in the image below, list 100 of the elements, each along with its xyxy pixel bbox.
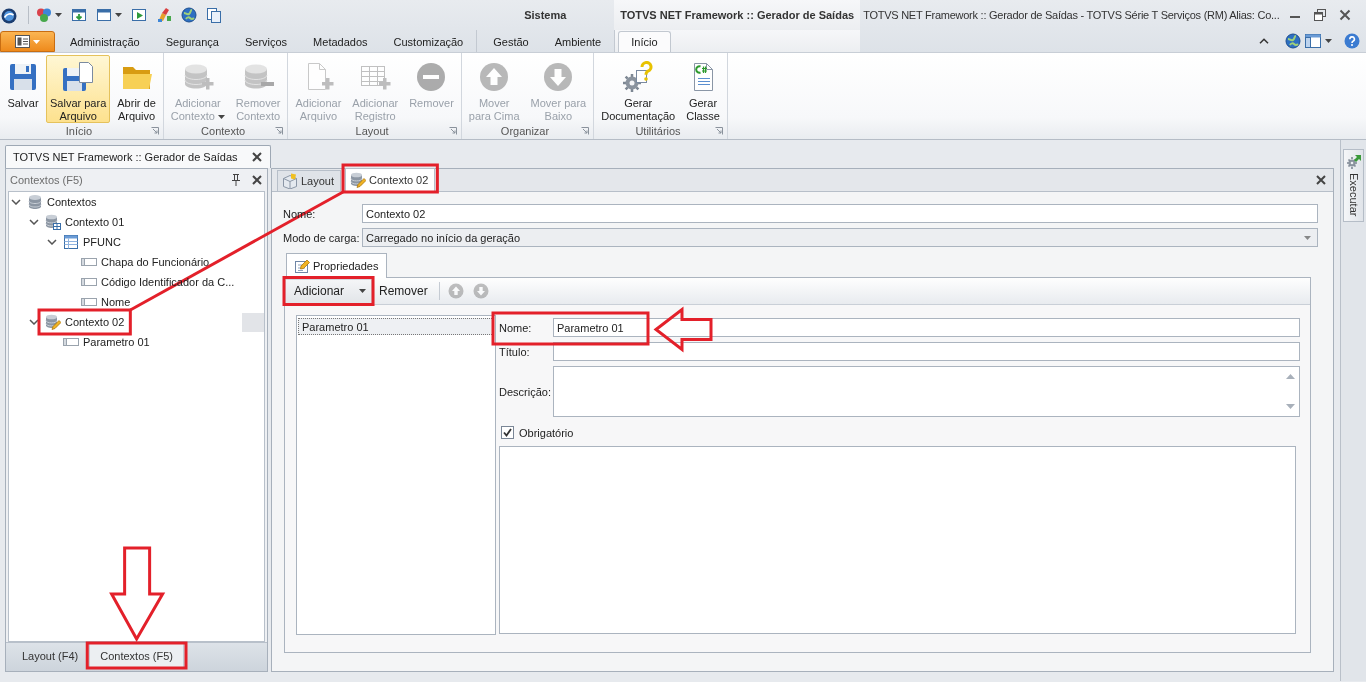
tree-item[interactable]: Contexto 02 bbox=[63, 315, 127, 329]
pin-icon[interactable] bbox=[231, 174, 241, 186]
help-icon[interactable] bbox=[1344, 33, 1360, 49]
panel-icon bbox=[15, 35, 30, 48]
close-icon[interactable] bbox=[252, 175, 262, 185]
field-icon bbox=[81, 278, 97, 286]
tree-item[interactable]: Parametro 01 bbox=[81, 335, 152, 349]
database-pencil-icon bbox=[350, 172, 367, 188]
window-title: TOTVS NET Framework :: Gerador de Saídas - TOTVS Série T Serviços (RM) Alias: Co... bbox=[862, 9, 1280, 21]
text-field[interactable] bbox=[553, 342, 1300, 361]
tree-item[interactable]: PFUNC bbox=[81, 235, 123, 249]
app-logo-icon[interactable] bbox=[1, 7, 17, 24]
ribbon-tab[interactable]: Metadados bbox=[300, 31, 381, 52]
caret-icon bbox=[1304, 235, 1311, 240]
list-item[interactable]: Parametro 01 bbox=[298, 318, 494, 335]
document-tab-title[interactable]: TOTVS NET Framework :: Gerador de Saídas bbox=[13, 151, 238, 163]
properties-tab[interactable]: Propriedades bbox=[286, 253, 388, 278]
ribbon-tab[interactable]: Ambiente bbox=[541, 31, 615, 52]
window-icon[interactable] bbox=[96, 7, 112, 23]
dialog-launcher-icon[interactable] bbox=[150, 127, 159, 135]
window-download-icon[interactable] bbox=[71, 7, 87, 23]
dialog-launcher-icon[interactable] bbox=[581, 127, 590, 135]
annotation-arrow bbox=[653, 306, 713, 353]
chevron-up-icon[interactable] bbox=[1259, 38, 1269, 44]
ribbon-tab[interactable]: Segurança bbox=[152, 31, 232, 52]
table-icon bbox=[63, 234, 79, 250]
caret-icon[interactable] bbox=[115, 13, 122, 17]
chevron-down-icon[interactable] bbox=[11, 199, 21, 205]
up-arrow-circle-icon bbox=[478, 61, 511, 93]
tree-item[interactable]: Chapa do Funcionário bbox=[99, 255, 212, 269]
chevron-down-icon[interactable] bbox=[29, 319, 39, 325]
color-balls-icon[interactable] bbox=[36, 7, 52, 23]
floppy-page-icon bbox=[62, 61, 95, 93]
box-icon bbox=[282, 173, 298, 189]
dialog-launcher-icon[interactable] bbox=[275, 127, 284, 135]
dropdown-field[interactable]: Carregado no início da geração bbox=[362, 228, 1318, 247]
checkbox[interactable] bbox=[501, 426, 514, 439]
ribbon-group-label: Início bbox=[64, 125, 94, 137]
caret-icon[interactable] bbox=[55, 13, 62, 17]
ribbon-tab[interactable]: Gestão bbox=[480, 31, 542, 52]
ribbon-group-label: Layout bbox=[354, 125, 390, 137]
caret-icon bbox=[33, 39, 40, 44]
caret-icon bbox=[359, 289, 367, 293]
field-label: Título: bbox=[499, 345, 531, 358]
close-icon[interactable] bbox=[1339, 9, 1352, 21]
database-icon bbox=[27, 194, 43, 210]
ribbon-button[interactable]: Gerar Documentação bbox=[597, 55, 680, 123]
field-icon bbox=[63, 338, 79, 346]
ribbon-button[interactable]: Salvar bbox=[3, 55, 43, 123]
restore-icon[interactable] bbox=[1314, 9, 1327, 21]
globe-icon[interactable] bbox=[181, 7, 197, 23]
ribbon-button[interactable]: Salvar para Arquivo bbox=[46, 55, 111, 123]
app-menu-button[interactable] bbox=[0, 31, 55, 52]
down-arrow-circle-icon bbox=[542, 61, 575, 93]
chevron-down-icon[interactable] bbox=[47, 239, 57, 245]
layout-icon[interactable] bbox=[1305, 34, 1321, 48]
database-table-icon bbox=[45, 214, 61, 230]
checkbox-label[interactable]: Obrigatório bbox=[519, 426, 574, 439]
panel-title: Contextos (F5) bbox=[10, 174, 84, 186]
ribbon-group-label: Organizar bbox=[499, 125, 551, 137]
document-tab[interactable]: TOTVS NET Framework :: Gerador de Saídas bbox=[5, 145, 271, 168]
dialog-launcher-icon[interactable] bbox=[714, 127, 723, 135]
dropdown-button[interactable]: Adicionar bbox=[285, 278, 373, 304]
close-icon[interactable] bbox=[251, 152, 262, 162]
caret-icon[interactable] bbox=[1325, 39, 1332, 43]
panel-tab[interactable]: Layout (F4) bbox=[11, 643, 90, 669]
close-icon[interactable] bbox=[1316, 175, 1326, 185]
minus-circle-icon bbox=[415, 61, 448, 93]
play-window-icon[interactable] bbox=[131, 7, 147, 23]
ribbon-tab[interactable]: Administração bbox=[57, 31, 153, 52]
text-field[interactable]: Contexto 02 bbox=[362, 204, 1318, 223]
brush-icon[interactable] bbox=[156, 7, 172, 23]
field-icon bbox=[81, 298, 97, 306]
copy-icon[interactable] bbox=[206, 7, 222, 23]
tab-group-label: Sistema bbox=[523, 8, 568, 23]
chevron-down-icon[interactable] bbox=[29, 219, 39, 225]
ribbon-group-label: Utilitários bbox=[634, 125, 682, 137]
tree-item[interactable]: Contextos bbox=[45, 195, 99, 209]
tab-group-label: TOTVS NET Framework :: Gerador de Saídas bbox=[614, 0, 861, 30]
editor-tab[interactable]: Contexto 02 bbox=[345, 168, 436, 191]
ribbon-tab[interactable]: Serviços bbox=[231, 31, 301, 52]
editor-tab[interactable]: Layout bbox=[277, 170, 342, 191]
database-pencil-icon bbox=[45, 314, 61, 330]
ribbon-group-label: Contexto bbox=[200, 125, 247, 137]
field-label: Nome: bbox=[499, 321, 533, 334]
ribbon-tab[interactable]: Customização bbox=[380, 31, 477, 52]
field-label: Modo de carga: bbox=[283, 231, 361, 244]
side-tab[interactable]: Executar bbox=[1343, 149, 1364, 223]
field-label: Descrição: bbox=[499, 385, 552, 398]
text-field[interactable]: Parametro 01 bbox=[553, 318, 1300, 337]
dialog-launcher-icon[interactable] bbox=[448, 127, 457, 135]
toolbar-button[interactable]: Remover bbox=[372, 278, 433, 304]
form-pencil-icon bbox=[294, 258, 310, 274]
ribbon-button[interactable]: Abrir de Arquivo bbox=[113, 55, 160, 123]
ribbon-button[interactable]: Gerar Classe bbox=[682, 55, 724, 123]
tree-item[interactable]: Nome bbox=[99, 295, 133, 309]
tree-item[interactable]: Contexto 01 bbox=[63, 215, 127, 229]
globe-icon[interactable] bbox=[1285, 33, 1301, 49]
gear-arrow-icon bbox=[1345, 154, 1362, 170]
ribbon-tab[interactable]: Início bbox=[618, 31, 671, 52]
